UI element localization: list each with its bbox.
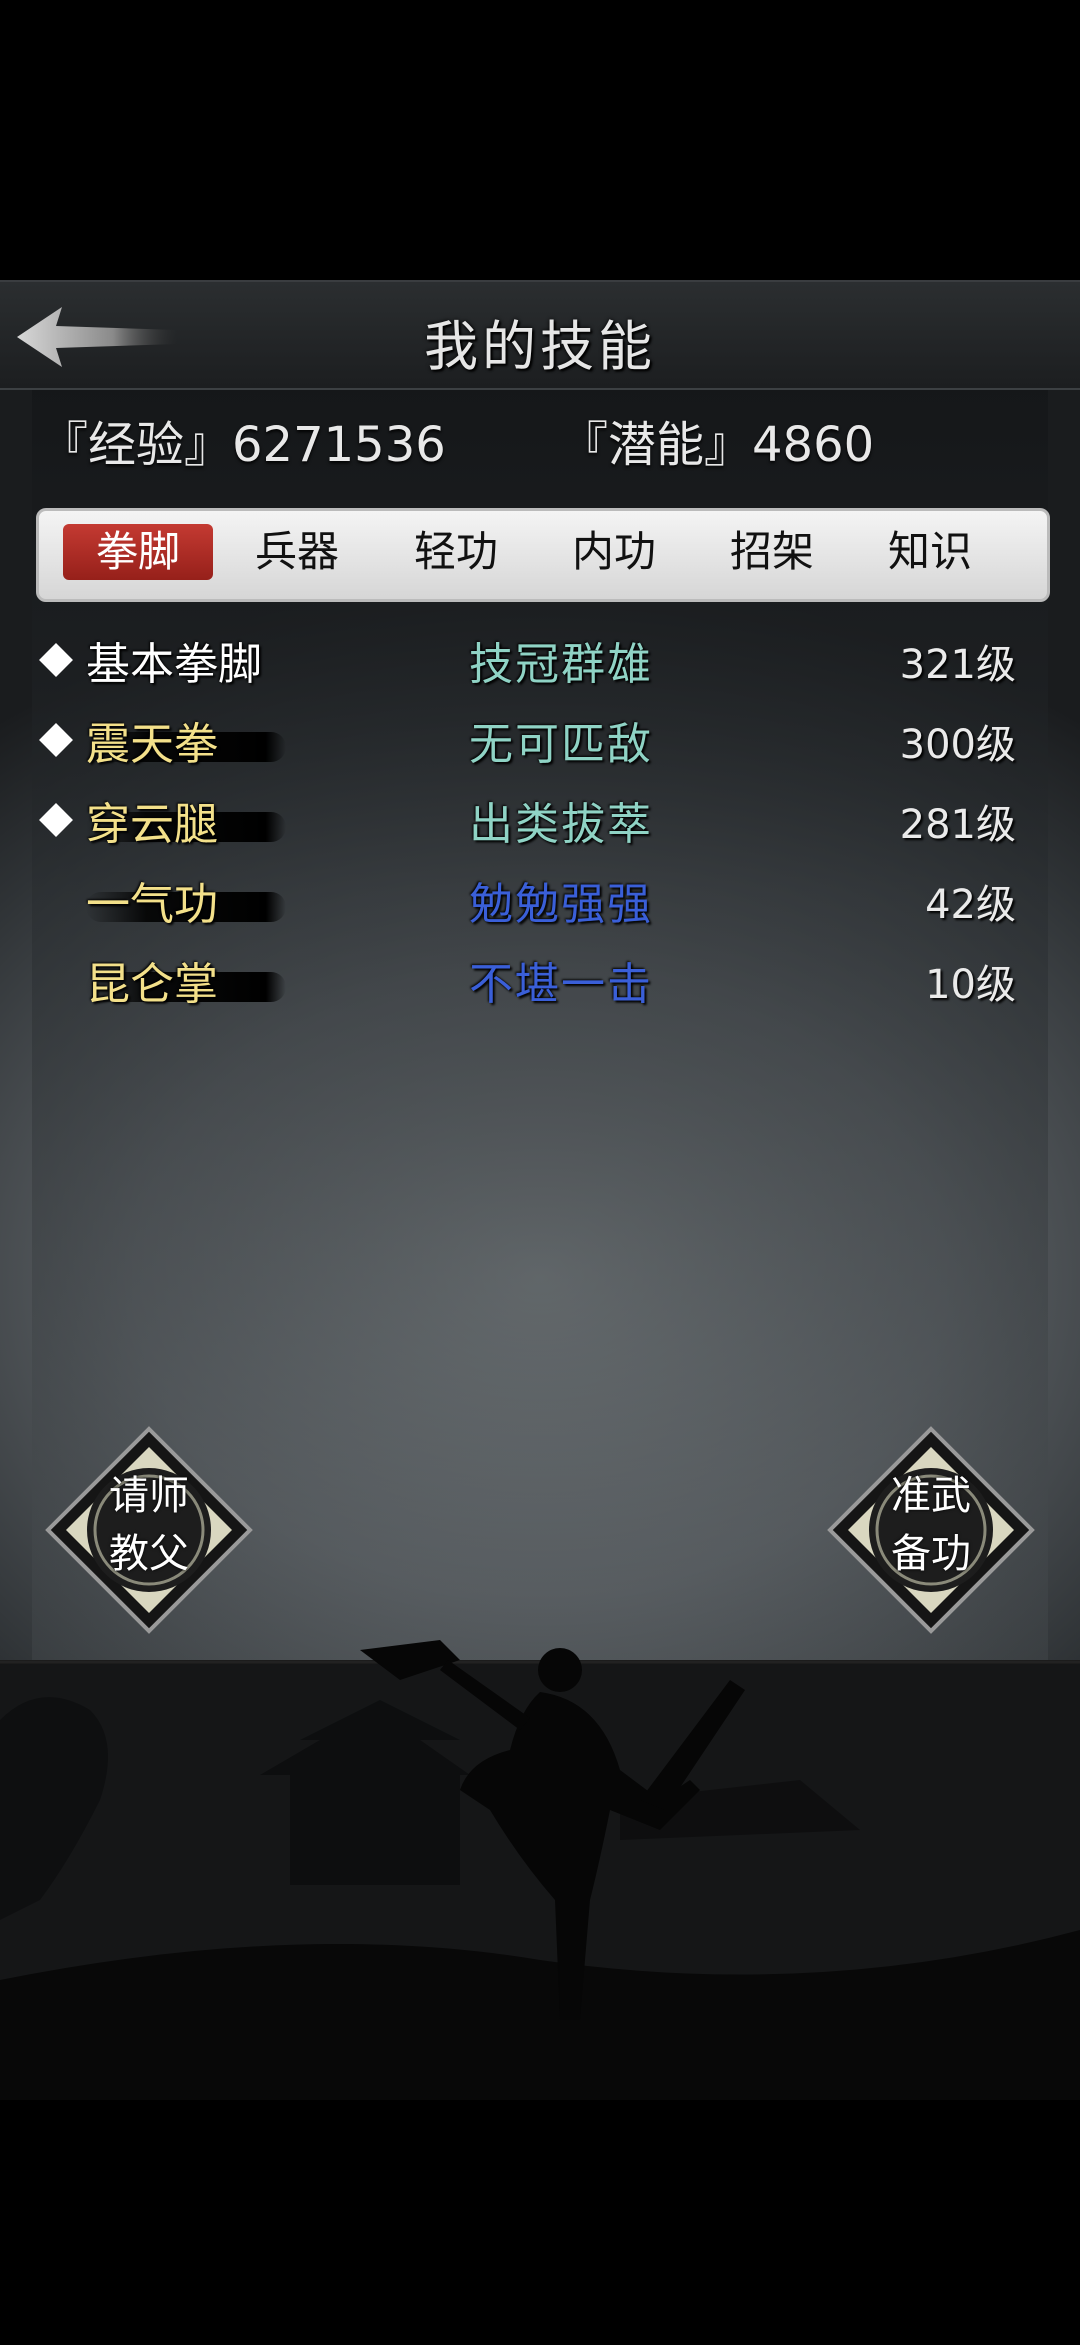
tab-parry[interactable]: 招架 [697,524,847,580]
app-root: 我的技能 『经验』6271536 『潜能』4860 拳脚 兵器 轻功 内功 招架… [0,0,1080,2345]
tab-internal[interactable]: 内功 [539,524,689,580]
skill-level: 300级 [899,722,1016,768]
skill-rank: 勉勉强强 [469,879,653,930]
skill-category-tabs: 拳脚 兵器 轻功 内功 招架 知识 [36,508,1050,602]
experience-stat: 『经验』6271536 [40,417,446,473]
skill-row[interactable]: 一气功 勉勉强强 42级 [36,868,1036,938]
page-title: 我的技能 [424,315,656,378]
skill-row[interactable]: 昆仑掌 不堪一击 10级 [36,948,1036,1018]
tab-fist-kick[interactable]: 拳脚 [63,524,213,580]
stats-row: 『经验』6271536 『潜能』4860 [40,405,1040,473]
silhouette-scene [0,1640,1080,2100]
title-bar: 我的技能 [0,280,1080,390]
tab-lightness[interactable]: 轻功 [381,524,531,580]
ask-master-label: 请师 教父 [109,1473,189,1577]
equipped-diamond-icon [39,803,73,837]
skill-row[interactable]: 基本拳脚 技冠群雄 321级 [36,628,1036,698]
prepare-skill-label: 准武 备功 [891,1473,971,1577]
skill-rank: 技冠群雄 [469,639,653,690]
equipped-diamond-icon [39,643,73,677]
equipped-diamond-icon [39,723,73,757]
potential-stat: 『潜能』4860 [560,417,875,473]
skill-level: 281级 [899,802,1016,848]
prepare-skill-button[interactable]: 准武 备功 [826,1425,1036,1635]
skill-row[interactable]: 穿云腿 出类拔萃 281级 [36,788,1036,858]
skill-name: 震天拳 [86,719,218,770]
ask-master-button[interactable]: 请师 教父 [44,1425,254,1635]
skill-level: 321级 [899,642,1016,688]
skill-row[interactable]: 震天拳 无可匹敌 300级 [36,708,1036,778]
skill-name: 基本拳脚 [86,639,262,690]
skill-name: 一气功 [86,879,218,930]
tab-weapons[interactable]: 兵器 [222,524,372,580]
skill-name: 昆仑掌 [86,959,218,1010]
skill-rank: 出类拔萃 [469,799,653,850]
skill-name: 穿云腿 [86,799,218,850]
skill-level: 10级 [925,962,1016,1008]
skill-level: 42级 [925,882,1016,928]
skill-rank: 不堪一击 [469,959,653,1010]
skill-rank: 无可匹敌 [469,719,653,770]
tab-knowledge[interactable]: 知识 [855,524,1005,580]
